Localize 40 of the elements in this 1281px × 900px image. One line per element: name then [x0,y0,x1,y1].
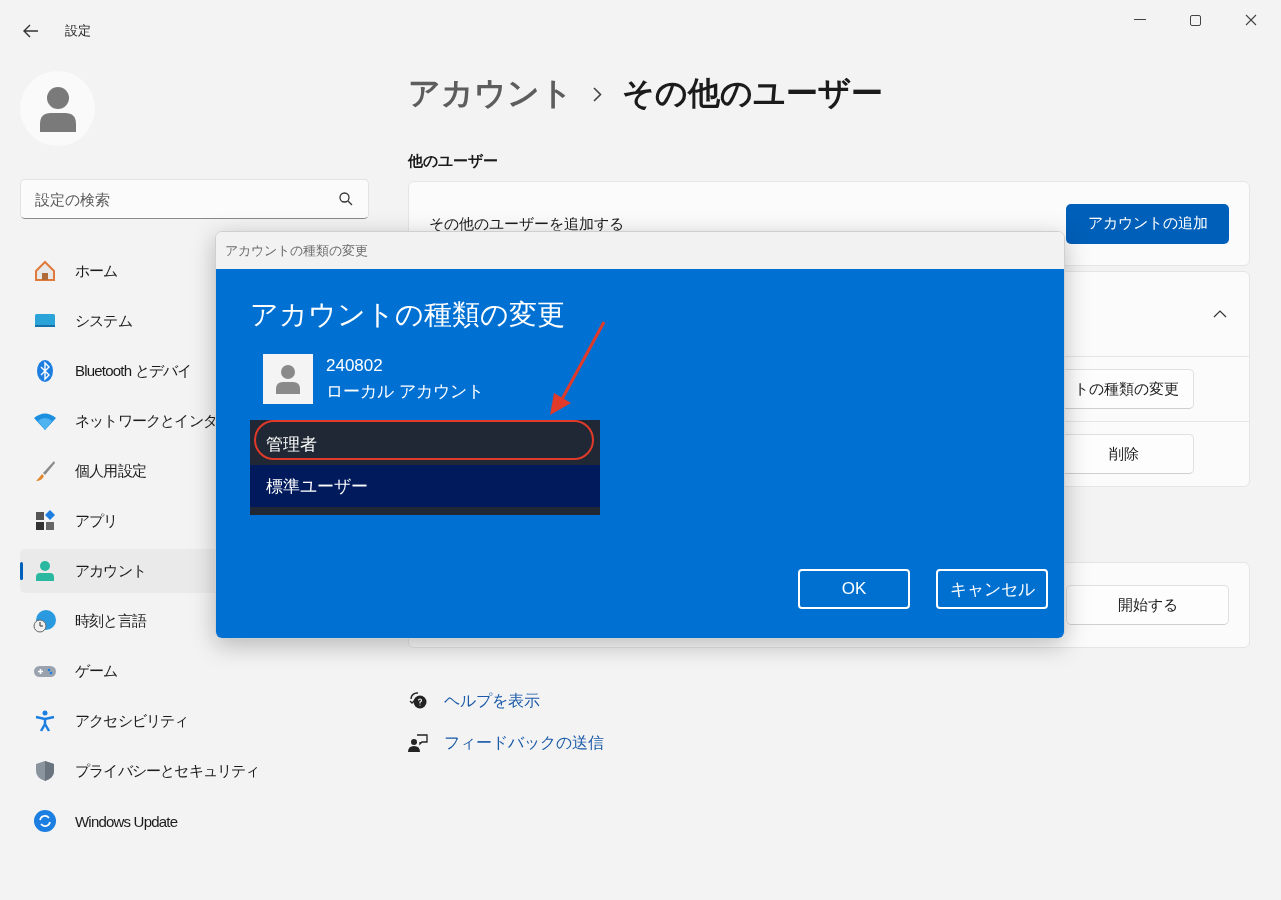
link[interactable]: ヘルプを表示 [444,690,540,712]
apps-icon [33,509,57,533]
person-icon [33,559,57,583]
paintbrush-icon [33,459,57,483]
account-type: ローカル アカウント [326,380,484,403]
chevron-right-icon [593,86,602,102]
breadcrumb-parent[interactable]: アカウント [408,72,573,116]
house-icon [33,259,57,283]
section-label: 他のユーザー [408,152,499,171]
link[interactable]: フィードバックの送信 [444,732,604,754]
shield-icon [33,759,57,783]
page-title: その他のユーザー [622,74,883,113]
chevron-up-icon[interactable] [1213,310,1227,318]
start-button[interactable]: 開始する [1066,585,1229,625]
nav-item[interactable]: アクセシビリティ [20,699,380,743]
accessibility-icon [33,709,57,733]
sync-icon [33,809,57,833]
nav-item[interactable]: ゲーム [20,649,380,693]
dialog-button[interactable]: OK [798,569,910,609]
close-icon[interactable] [1245,14,1257,26]
dialog-title: アカウントの種類の変更 [216,232,1064,269]
nav-item[interactable]: 時刻と言語 [20,599,380,643]
help-icon [408,691,428,711]
dialog-heading: アカウントの種類の変更 [250,298,566,332]
dropdown-option[interactable]: 標準ユーザー [250,465,600,507]
back-arrow-icon[interactable] [23,24,39,38]
add-account-button[interactable]: アカウントの追加 [1066,203,1229,244]
globe-clock-icon [33,609,57,633]
window-title: 設定 [65,22,91,40]
avatar [263,354,313,404]
nav-item[interactable]: Windows Update [20,799,380,843]
maximize-icon[interactable] [1190,14,1201,26]
dialog-button[interactable]: キャンセル [936,569,1048,609]
search-field[interactable]: 設定の検索 [20,179,369,219]
user-name: 240802 [326,355,384,376]
nav-item[interactable]: プライバシーとセキュリティ [20,749,380,793]
search-icon[interactable] [339,192,353,206]
minimize-icon[interactable] [1134,19,1146,21]
row-label: その他のユーザーを追加する [429,215,624,234]
feedback-icon [408,733,428,753]
